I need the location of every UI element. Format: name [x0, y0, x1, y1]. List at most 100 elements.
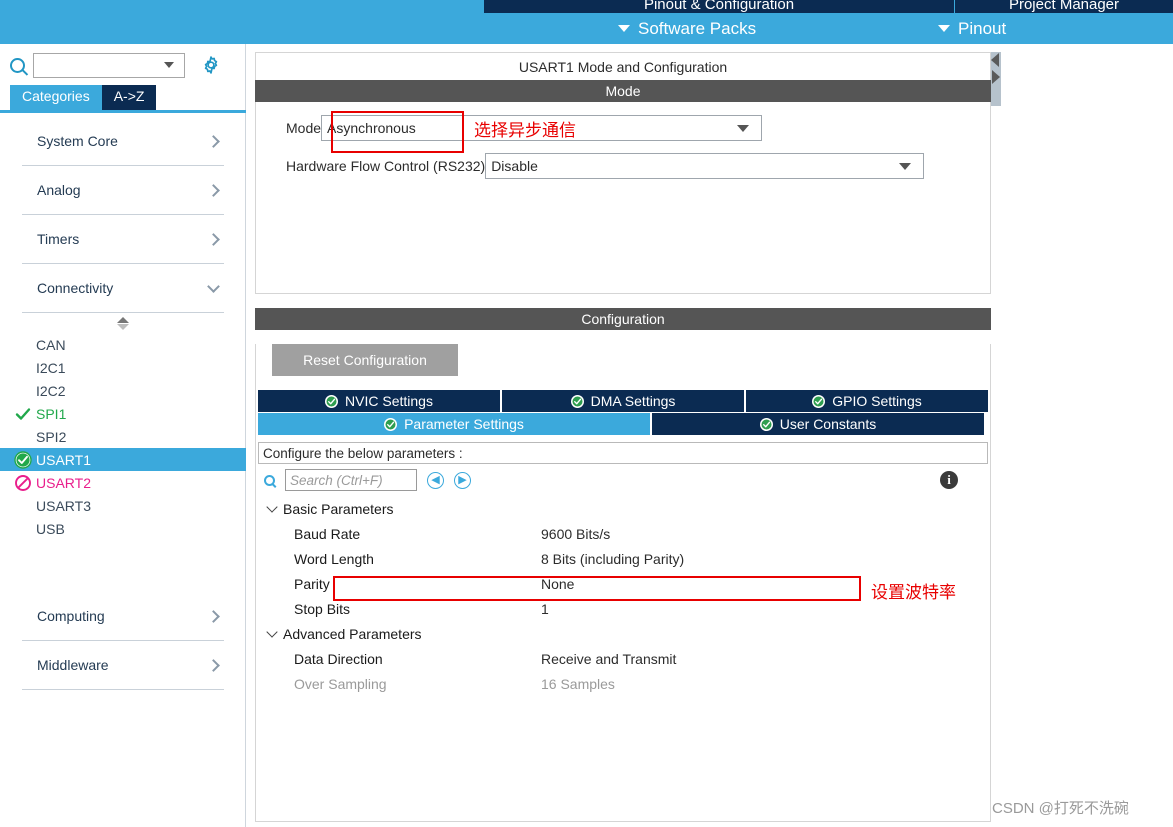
mode-section-header-label: Mode	[605, 83, 641, 99]
peripheral-usart3-label: USART3	[36, 497, 91, 514]
peripheral-i2c2[interactable]: I2C2	[0, 379, 246, 402]
parameter-name-parity: Parity	[294, 575, 330, 592]
top-navigation-bar: Pinout & Configuration Project Manager S…	[0, 0, 1173, 44]
chevron-down-icon	[207, 279, 220, 293]
peripheral-spi2[interactable]: SPI2	[0, 425, 246, 448]
blocked-icon	[14, 474, 32, 492]
sidebar-search-combo[interactable]	[33, 52, 185, 78]
sidebar-tab-row: Categories A->Z	[10, 85, 157, 110]
tab-user-constants-label: User Constants	[779, 416, 877, 432]
table-row[interactable]: Data Direction Receive and Transmit	[256, 646, 990, 671]
sidebar-item-timers[interactable]: Timers	[22, 215, 224, 264]
chevron-left-circle-icon[interactable]: ◀	[427, 471, 444, 489]
parameter-search-row: Search (Ctrl+F) ◀ ▶ i	[256, 464, 990, 496]
chevron-down-icon	[164, 62, 174, 68]
mode-field-label: Mode	[286, 120, 322, 136]
panel-title-text: USART1 Mode and Configuration	[518, 58, 728, 75]
parameter-value-over-sampling: 16 Samples	[541, 675, 615, 692]
chevron-down-icon	[266, 500, 278, 513]
tab-nvic-settings[interactable]: NVIC Settings	[258, 390, 500, 412]
chevron-right-icon	[207, 183, 220, 197]
tab-user-constants[interactable]: User Constants	[652, 413, 984, 435]
mode-dropdown-value: Asynchronous	[327, 120, 416, 136]
configuration-section: Configuration Reset Configuration NVIC S…	[255, 308, 991, 822]
parameter-value-word-length: 8 Bits (including Parity)	[541, 550, 685, 567]
parameter-group-advanced-label: Advanced Parameters	[283, 625, 422, 642]
triangle-down-icon	[117, 323, 129, 330]
tab-project-manager-label: Project Manager	[1008, 0, 1120, 13]
check-circle-icon	[759, 417, 773, 431]
check-icon	[14, 405, 32, 423]
peripheral-can[interactable]: CAN	[0, 333, 246, 356]
hardware-flow-control-value: Disable	[491, 158, 538, 174]
peripheral-usart3[interactable]: USART3	[0, 494, 246, 517]
sidebar-item-system-core[interactable]: System Core	[22, 117, 224, 166]
sidebar-search-row	[0, 49, 246, 81]
check-circle-icon	[812, 394, 826, 408]
check-circle-icon	[14, 450, 32, 469]
mode-section-body: Mode Asynchronous Hardware Flow Control …	[255, 102, 991, 294]
nav-pinout[interactable]: Pinout	[938, 19, 1006, 39]
chevron-right-icon	[207, 609, 220, 623]
sidebar-item-timers-label: Timers	[37, 231, 80, 247]
peripheral-spi1[interactable]: SPI1	[0, 402, 246, 425]
main-configuration-panel: USART1 Mode and Configuration Mode Mode …	[255, 52, 991, 822]
chevron-down-icon	[618, 25, 630, 32]
hardware-flow-control-dropdown[interactable]: Disable	[485, 153, 925, 179]
parameter-group-basic[interactable]: Basic Parameters	[256, 496, 990, 521]
tab-parameter-settings-label: Parameter Settings	[404, 416, 524, 432]
sidebar-tab-categories[interactable]: Categories	[10, 85, 102, 110]
chevron-right-icon	[207, 134, 220, 148]
check-circle-icon	[325, 394, 339, 408]
tab-parameter-settings[interactable]: Parameter Settings	[258, 413, 650, 435]
parameter-group-basic-label: Basic Parameters	[283, 500, 394, 517]
sidebar-item-analog-label: Analog	[37, 182, 81, 198]
peripheral-usb[interactable]: USB	[0, 517, 246, 540]
peripheral-list: CAN I2C1 I2C2 SPI1 SPI2 USART1 USART2 US…	[0, 333, 246, 540]
configure-parameters-hint: Configure the below parameters :	[258, 442, 988, 464]
peripheral-scroll-up-handle[interactable]	[0, 313, 246, 333]
chevron-right-circle-icon[interactable]: ▶	[454, 471, 471, 489]
sidebar-tab-categories-label: Categories	[22, 88, 90, 104]
sidebar-item-computing[interactable]: Computing	[22, 592, 224, 641]
panel-title: USART1 Mode and Configuration	[255, 52, 991, 80]
sidebar-tab-underline	[0, 110, 246, 113]
parameter-search-input[interactable]: Search (Ctrl+F)	[285, 469, 417, 491]
sidebar-tab-a-to-z[interactable]: A->Z	[101, 85, 157, 110]
chevron-down-icon	[899, 162, 912, 170]
gear-icon[interactable]	[201, 55, 221, 75]
sidebar-item-analog[interactable]: Analog	[22, 166, 224, 215]
panel-splitter-handle[interactable]	[991, 52, 1001, 106]
peripheral-i2c1[interactable]: I2C1	[0, 356, 246, 379]
parameter-value-data-direction: Receive and Transmit	[541, 650, 677, 667]
reset-configuration-button[interactable]: Reset Configuration	[272, 344, 458, 376]
peripheral-spi1-label: SPI1	[36, 405, 67, 422]
tab-gpio-settings[interactable]: GPIO Settings	[746, 390, 988, 412]
parameter-name-word-length: Word Length	[294, 550, 374, 567]
parameter-value-parity: None	[541, 575, 575, 592]
sidebar-item-system-core-label: System Core	[37, 133, 118, 149]
peripheral-usart1[interactable]: USART1	[0, 448, 246, 471]
chevron-right-icon	[207, 658, 220, 672]
table-row[interactable]: Word Length 8 Bits (including Parity)	[256, 546, 990, 571]
triangle-up-icon	[117, 316, 129, 323]
info-icon[interactable]: i	[940, 471, 958, 489]
parameter-value-stop-bits: 1	[541, 600, 549, 617]
tab-nvic-settings-label: NVIC Settings	[345, 393, 433, 409]
cubemx-window: Pinout & Configuration Project Manager S…	[0, 0, 1173, 827]
sidebar-item-middleware[interactable]: Middleware	[22, 641, 224, 690]
sidebar-item-middleware-label: Middleware	[37, 657, 109, 673]
triangle-left-icon	[991, 53, 999, 67]
peripheral-usart2[interactable]: USART2	[0, 471, 246, 494]
peripheral-i2c1-label: I2C1	[36, 359, 66, 376]
parameter-group-advanced[interactable]: Advanced Parameters	[256, 621, 990, 646]
nav-software-packs[interactable]: Software Packs	[618, 19, 756, 39]
watermark: CSDN @打死不洗碗	[992, 797, 1129, 818]
tab-pinout-configuration[interactable]: Pinout & Configuration	[484, 0, 955, 13]
sidebar-item-connectivity[interactable]: Connectivity	[22, 264, 224, 313]
tab-gpio-settings-label: GPIO Settings	[832, 393, 922, 409]
tab-dma-settings[interactable]: DMA Settings	[502, 390, 744, 412]
configuration-section-header: Configuration	[255, 308, 991, 330]
table-row[interactable]: Baud Rate 9600 Bits/s	[256, 521, 990, 546]
tab-project-manager[interactable]: Project Manager	[955, 0, 1173, 13]
